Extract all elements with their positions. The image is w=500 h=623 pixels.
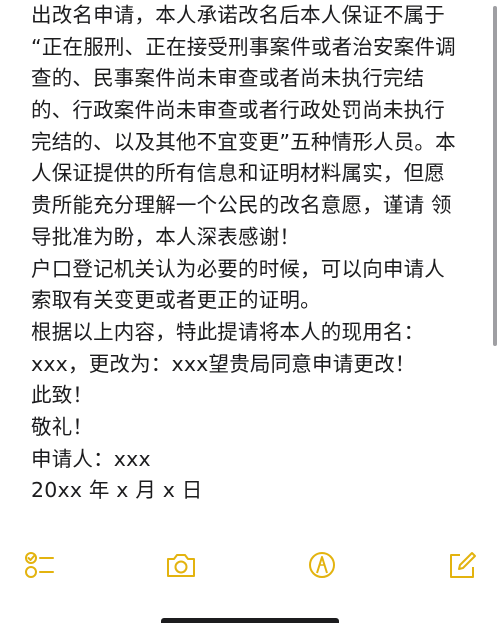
note-line: 索取有关变更或者更正的证明。 <box>31 288 321 313</box>
note-line: 根据以上内容，特此提请将本人的现用名： <box>31 319 425 344</box>
note-line: 敬礼！ <box>31 414 94 439</box>
scrollbar[interactable] <box>493 6 497 346</box>
note-line: 出改名申请，本人承诺改名后本人保证不属于 <box>31 3 445 27</box>
checklist-icon <box>25 552 54 578</box>
note-body[interactable]: 出改名申请，本人承诺改名后本人保证不属于 “正在服刑、正在接受刑事案件或者治安案… <box>31 0 486 507</box>
bottom-toolbar <box>0 540 500 590</box>
note-line: 完结的、以及其他不宜变更”五种情形人员。本 <box>31 129 456 154</box>
camera-icon <box>167 554 195 577</box>
compose-icon <box>450 552 476 578</box>
compose-button[interactable] <box>445 548 479 582</box>
checklist-button[interactable] <box>22 548 56 582</box>
note-line: “正在服刑、正在接受刑事案件或者治安案件调 <box>31 34 456 59</box>
note-line: 申请人：xxx <box>31 446 151 471</box>
note-line: 查的、民事案件尚未审查或者尚未执行完结 <box>31 66 425 91</box>
note-line: 导批准为盼，本人深表感谢！ <box>31 224 301 249</box>
markup-button[interactable] <box>305 548 339 582</box>
home-indicator[interactable] <box>161 618 339 623</box>
note-line: xxx，更改为：xxx望贵局同意申请更改！ <box>31 351 416 376</box>
markup-pen-icon <box>309 552 335 578</box>
note-line: 户口登记机关认为必要的时候，可以向申请人 <box>31 256 445 281</box>
camera-button[interactable] <box>164 548 198 582</box>
note-line: 贵所能充分理解一个公民的改名意愿，谨请 领 <box>31 193 452 218</box>
note-line: 人保证提供的所有信息和证明材料属实，但愿 <box>31 161 445 186</box>
note-line: 的、行政案件尚未审查或者行政处罚尚未执行 <box>31 98 445 123</box>
note-line: 此致！ <box>31 383 94 408</box>
note-line: 20xx 年 x 月 x 日 <box>31 478 203 503</box>
